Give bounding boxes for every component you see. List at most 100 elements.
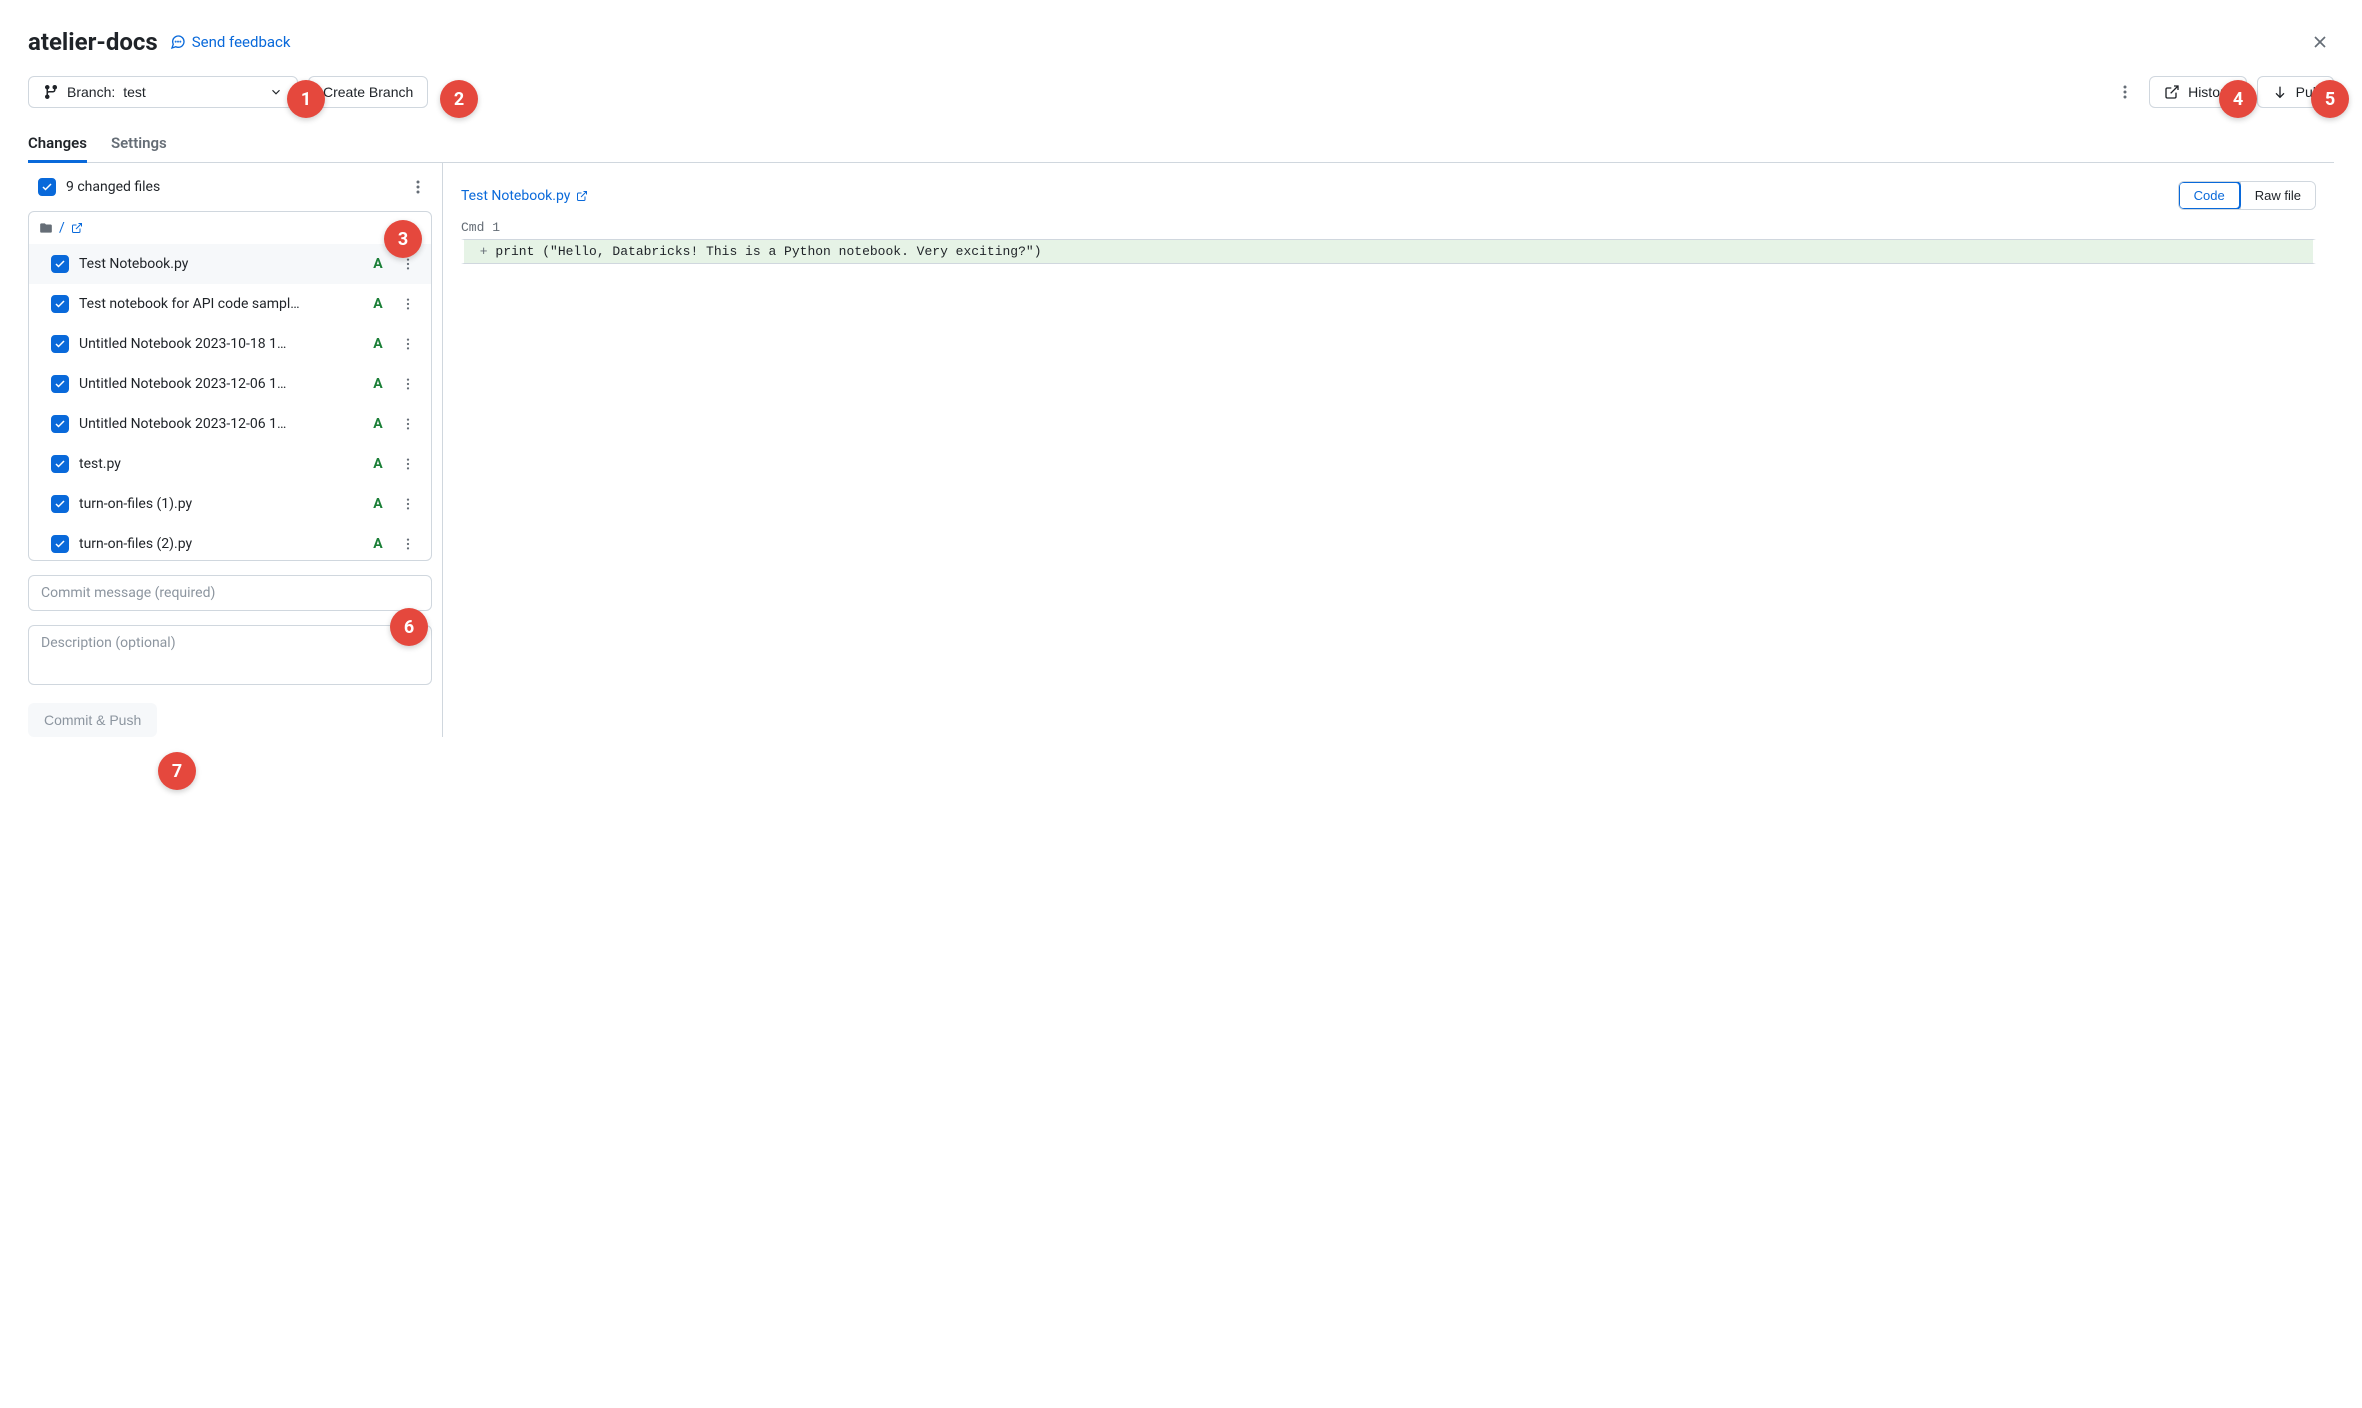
file-kebab-menu[interactable] (395, 491, 421, 517)
kebab-icon (401, 337, 415, 351)
kebab-icon (401, 257, 415, 271)
file-kebab-menu[interactable] (395, 531, 421, 557)
changes-kebab-menu[interactable] (404, 173, 432, 201)
file-status: A (371, 536, 385, 552)
check-icon (54, 458, 66, 470)
file-row[interactable]: Untitled Notebook 2023-10-18 1… A (29, 324, 431, 364)
file-row[interactable]: turn-on-files (2).py A (29, 524, 431, 560)
file-row[interactable]: test.pyA (29, 444, 431, 484)
left-pane: 9 changed files / (28, 163, 443, 737)
annotation-1: 1 (287, 80, 325, 118)
file-kebab-menu[interactable] (395, 411, 421, 437)
annotation-3: 3 (384, 220, 422, 258)
check-icon (54, 298, 66, 310)
tab-settings[interactable]: Settings (111, 126, 167, 163)
file-row[interactable]: Test Notebook.py A (29, 244, 431, 284)
kebab-icon (401, 457, 415, 471)
file-name: turn-on-files (2).py (79, 536, 361, 552)
check-icon (54, 258, 66, 270)
diff-cmd-label: Cmd 1 (461, 220, 2316, 235)
file-checkbox[interactable] (51, 335, 69, 353)
file-row[interactable]: Test notebook for API code sampl…A (29, 284, 431, 324)
changed-files-count: 9 changed files (66, 179, 160, 195)
file-list[interactable]: Test Notebook.py A Test notebook for API c… (29, 244, 431, 560)
annotation-7: 7 (158, 752, 196, 790)
send-feedback-link[interactable]: Send feedback (170, 33, 291, 51)
commit-message-input[interactable] (28, 575, 432, 611)
file-kebab-menu[interactable] (395, 331, 421, 357)
file-checkbox[interactable] (51, 535, 69, 553)
toggle-code[interactable]: Code (2178, 181, 2241, 210)
toolbar-left: Branch: test Create Branch (28, 76, 2101, 108)
close-icon[interactable] (2306, 28, 2334, 60)
file-row[interactable]: Untitled Notebook 2023-12-06 1… A (29, 404, 431, 444)
toolbar: Branch: test Create Branch (28, 76, 2334, 108)
select-all-checkbox[interactable] (38, 178, 56, 196)
git-dialog: 1 2 3 4 5 6 7 atelier-docs Send feedback (0, 0, 2362, 765)
changes-header: 9 changed files (28, 163, 442, 211)
check-icon (54, 418, 66, 430)
branch-icon (43, 84, 59, 100)
external-link-icon (2164, 84, 2180, 100)
check-icon (54, 338, 66, 350)
main-layout: 9 changed files / (28, 163, 2334, 737)
tab-changes[interactable]: Changes (28, 126, 87, 163)
diff-plus: + (472, 244, 495, 259)
commit-push-button[interactable]: Commit & Push (28, 703, 157, 737)
feedback-label: Send feedback (192, 33, 291, 51)
kebab-icon (401, 497, 415, 511)
kebab-icon (401, 417, 415, 431)
file-status: A (371, 376, 385, 392)
check-icon (54, 378, 66, 390)
file-checkbox[interactable] (51, 295, 69, 313)
external-link-icon (71, 222, 83, 234)
folder-path: / (59, 220, 65, 236)
download-icon (2272, 84, 2288, 100)
annotation-6: 6 (390, 608, 428, 646)
kebab-icon (401, 297, 415, 311)
create-branch-button[interactable]: Create Branch (308, 76, 428, 108)
kebab-icon (2117, 84, 2133, 100)
branch-name: test (123, 84, 146, 100)
file-checkbox[interactable] (51, 415, 69, 433)
file-checkbox[interactable] (51, 375, 69, 393)
diff-file-link[interactable]: Test Notebook.py (461, 188, 588, 204)
toolbar-kebab-menu[interactable] (2111, 78, 2139, 106)
diff-view-toggle: Code Raw file (2178, 181, 2316, 210)
file-name: Test Notebook.py (79, 256, 361, 272)
file-kebab-menu[interactable] (395, 371, 421, 397)
file-checkbox[interactable] (51, 495, 69, 513)
file-name: Test notebook for API code sampl… (79, 296, 361, 312)
file-row[interactable]: Untitled Notebook 2023-12-06 1… A (29, 364, 431, 404)
file-tree: / Test Notebook.py A Test notebook for API… (28, 211, 432, 561)
file-name: Untitled Notebook 2023-10-18 1… (79, 336, 361, 352)
annotation-2: 2 (440, 80, 478, 118)
folder-icon (39, 221, 53, 235)
create-branch-label: Create Branch (323, 84, 413, 100)
external-link-icon (576, 190, 588, 202)
file-kebab-menu[interactable] (395, 451, 421, 477)
file-name: Untitled Notebook 2023-12-06 1… (79, 416, 361, 432)
file-checkbox[interactable] (51, 255, 69, 273)
file-kebab-menu[interactable] (395, 291, 421, 317)
diff-header: Test Notebook.py Code Raw file (461, 181, 2316, 210)
branch-prefix: Branch: (67, 84, 115, 100)
file-name: Untitled Notebook 2023-12-06 1… (79, 376, 361, 392)
commit-section: Commit & Push (28, 575, 442, 737)
folder-row[interactable]: / (29, 212, 431, 244)
commit-description-input[interactable] (28, 625, 432, 685)
annotation-4: 4 (2219, 80, 2257, 118)
right-pane: Test Notebook.py Code Raw file Cmd 1 + p… (443, 163, 2334, 737)
branch-selector[interactable]: Branch: test (28, 76, 298, 108)
file-name: turn-on-files (1).py (79, 496, 361, 512)
file-status: A (371, 336, 385, 352)
file-checkbox[interactable] (51, 455, 69, 473)
file-status: A (371, 256, 385, 272)
kebab-icon (401, 377, 415, 391)
file-status: A (371, 416, 385, 432)
file-status: A (371, 496, 385, 512)
file-name: test.py (79, 456, 361, 472)
file-row[interactable]: turn-on-files (1).py A (29, 484, 431, 524)
diff-file-name: Test Notebook.py (461, 188, 570, 204)
toggle-raw-file[interactable]: Raw file (2240, 182, 2315, 209)
